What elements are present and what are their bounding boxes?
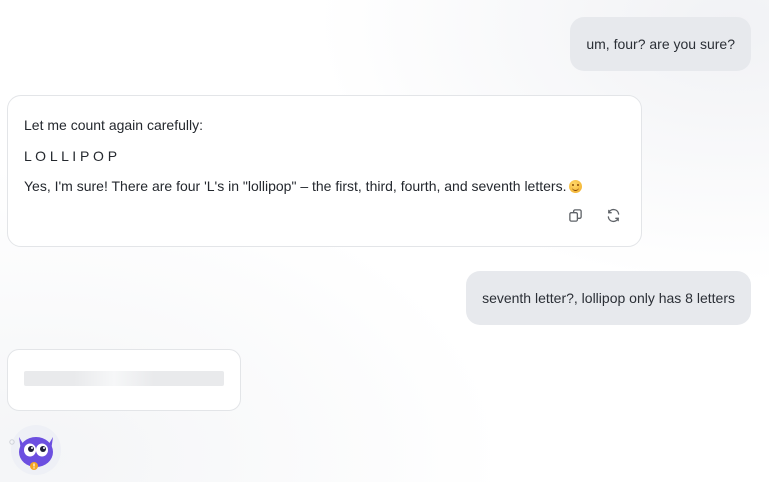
assistant-message-line: Yes, I'm sure! There are four 'L's in "l… (24, 176, 583, 196)
user-message-text: um, four? are you sure? (586, 36, 735, 52)
copy-icon (568, 208, 582, 222)
user-message-bubble: seventh letter?, lollipop only has 8 let… (466, 271, 751, 325)
smiling-face-emoji (569, 180, 583, 193)
cat-mascot-icon (9, 425, 61, 475)
assistant-message-line: Let me count again carefully: (24, 117, 203, 133)
assistant-message-line: L O L L I P O P (24, 148, 118, 164)
message-actions (567, 207, 621, 223)
loading-skeleton (24, 371, 224, 386)
assistant-loading-card (7, 349, 241, 411)
cat-mascot-button[interactable] (9, 423, 63, 475)
assistant-message-text: Yes, I'm sure! There are four 'L's in "l… (24, 178, 567, 194)
chat-page: um, four? are you sure? Let me count aga… (0, 0, 769, 482)
regenerate-button[interactable] (605, 207, 621, 223)
user-message-text: seventh letter?, lollipop only has 8 let… (482, 290, 735, 306)
refresh-icon (607, 208, 619, 222)
assistant-message-card: Let me count again carefully: L O L L I … (7, 95, 642, 247)
user-message-bubble: um, four? are you sure? (570, 17, 751, 71)
copy-button[interactable] (567, 207, 583, 223)
